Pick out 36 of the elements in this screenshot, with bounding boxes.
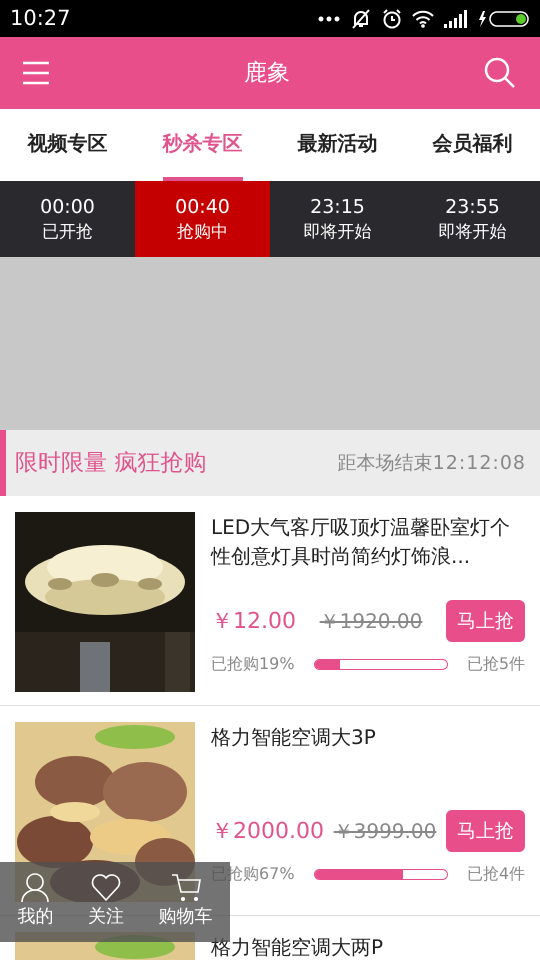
buy-now-button[interactable]: 马上抢 — [446, 810, 525, 852]
countdown-label: 距本场结束 — [338, 450, 433, 476]
countdown-timer: 12:12:08 — [432, 450, 526, 476]
nav-label[interactable]: 购物车 — [158, 902, 213, 932]
heart-icon[interactable] — [90, 872, 121, 902]
buy-now-button[interactable]: 马上抢 — [446, 600, 525, 642]
product-title: 格力智能空调大3P — [211, 724, 377, 751]
time-slot[interactable]: 00:40 抢购中 — [135, 181, 270, 257]
battery-icon — [478, 10, 530, 28]
app-title: 鹿象 — [244, 58, 290, 88]
accent-bar — [0, 430, 6, 496]
user-icon[interactable] — [20, 872, 50, 902]
nav-label[interactable]: 我的 — [17, 902, 54, 932]
category-tab[interactable]: 视频专区 — [28, 109, 108, 181]
product-title: LED大气客厅吸顶灯温馨卧室灯个性创意灯具时尚简约灯饰浪... — [211, 514, 512, 570]
status-time: 10:27 — [10, 4, 71, 32]
more-icon — [318, 16, 340, 22]
product-title: 格力智能空调大两P — [211, 934, 384, 960]
cart-icon[interactable] — [170, 872, 201, 902]
sale-price: ￥12.00 — [211, 608, 296, 636]
original-price: ￥1920.00 — [320, 608, 422, 635]
category-tab[interactable]: 会员福利 — [432, 109, 512, 181]
wifi-icon — [412, 10, 434, 28]
category-tab[interactable]: 最新活动 — [298, 109, 378, 181]
nav-label[interactable]: 关注 — [88, 902, 124, 932]
muted-bell-icon — [350, 8, 372, 30]
menu-icon[interactable] — [22, 61, 50, 85]
sale-price: ￥2000.00 — [211, 818, 324, 846]
search-icon[interactable] — [484, 57, 516, 89]
original-price: ￥3999.00 — [334, 818, 436, 845]
alarm-icon — [382, 8, 402, 28]
sold-percent: 已抢购19% — [211, 653, 295, 675]
section-title: 限时限量 疯狂抢购 — [15, 448, 206, 478]
signal-icon — [444, 10, 468, 28]
sold-count: 已抢4件 — [466, 863, 525, 885]
sold-count: 已抢5件 — [466, 653, 525, 675]
